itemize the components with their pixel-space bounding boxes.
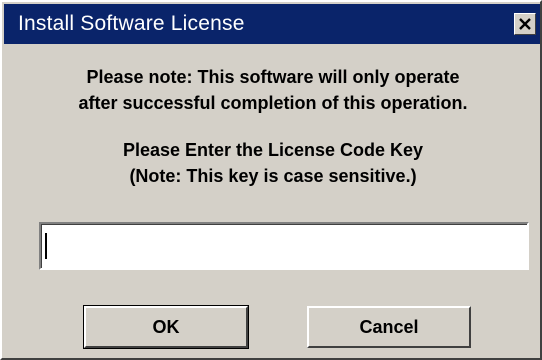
text-caret [45, 233, 47, 259]
license-key-input[interactable] [39, 222, 529, 270]
cancel-button[interactable]: Cancel [307, 306, 471, 348]
prompt-line-1: Please Enter the License Code Key [122, 140, 424, 160]
title-bar[interactable]: Install Software License [4, 4, 540, 44]
ok-button[interactable]: OK [83, 305, 249, 349]
note-line-1: Please note: This software will only ope… [86, 67, 460, 87]
window-title: Install Software License [18, 12, 245, 35]
note-line-2: after successful completion of this oper… [78, 93, 468, 113]
install-license-dialog: Install Software License Please note: Th… [0, 0, 542, 360]
close-button[interactable] [514, 13, 536, 35]
prompt-line-2: (Note: This key is case sensitive.) [129, 166, 417, 186]
close-icon [519, 18, 531, 30]
